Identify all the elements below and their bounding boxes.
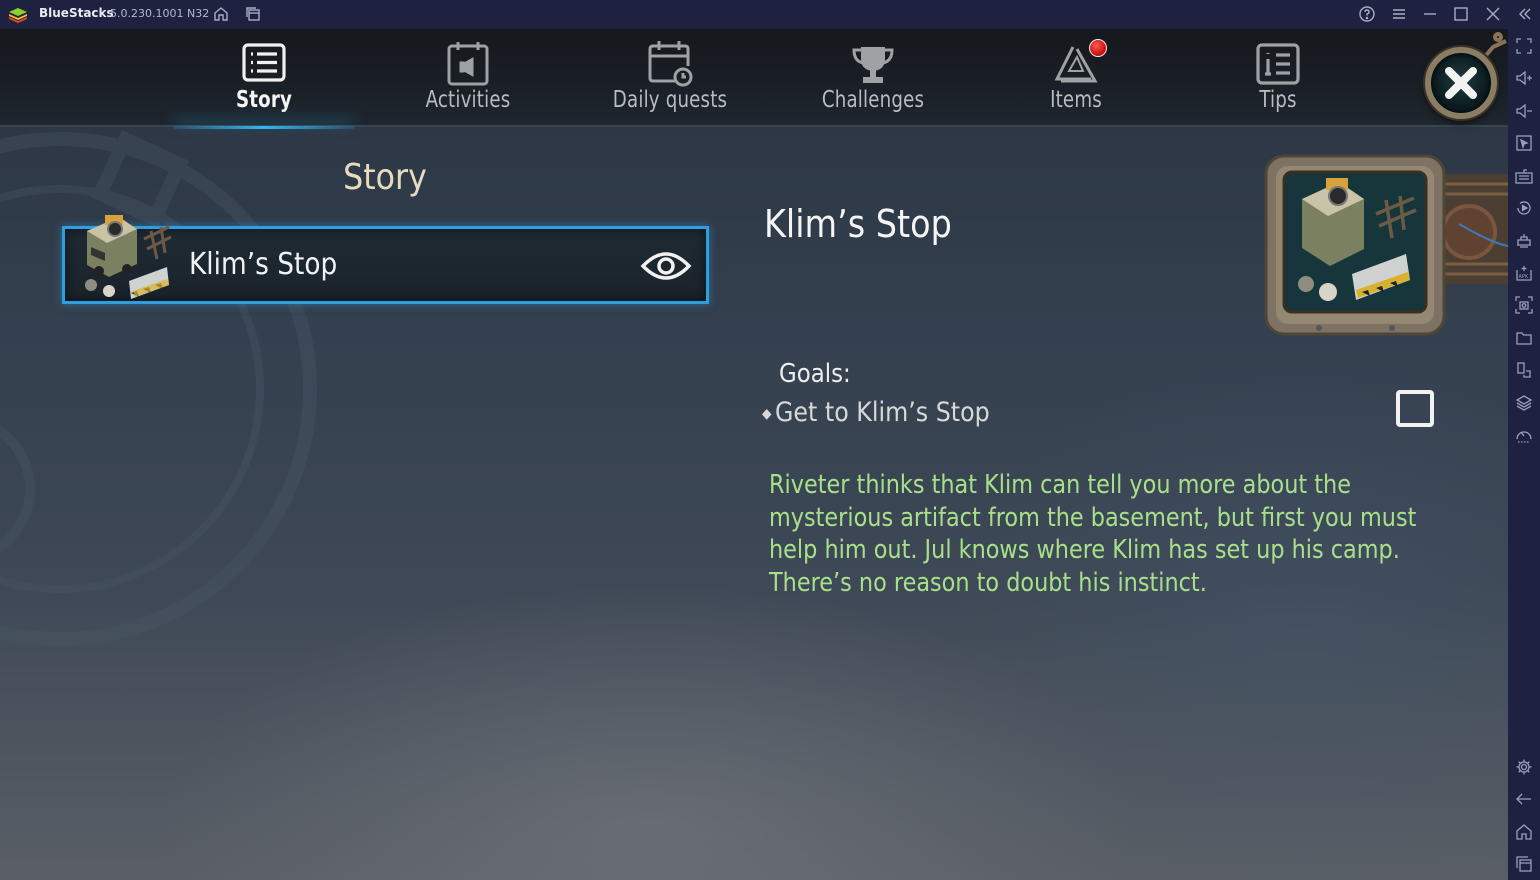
eye-icon[interactable] [640, 248, 692, 284]
bluestacks-logo-icon [9, 8, 27, 23]
quest-detail-title: Klim’s Stop [764, 202, 952, 246]
tab-story-label: Story [235, 87, 293, 113]
close-button[interactable] [1425, 47, 1497, 119]
game-viewport: Story Activities Daily quests Challenges [0, 29, 1508, 880]
tab-activities-label: Activities [425, 87, 511, 113]
home-icon[interactable] [1515, 823, 1533, 841]
pointer-icon[interactable] [1515, 134, 1533, 152]
volume-up-icon[interactable] [1515, 69, 1533, 87]
goal-text: Get to Klim’s Stop [775, 397, 990, 428]
multi-window-icon[interactable] [244, 5, 262, 23]
layers-icon[interactable] [1515, 394, 1533, 412]
tips-info-icon [1253, 39, 1303, 89]
section-title: Story [343, 157, 427, 198]
tab-activities[interactable]: Activities [378, 29, 558, 127]
tab-tips-label: Tips [1259, 87, 1297, 113]
maximize-icon[interactable] [1452, 5, 1470, 23]
quest-name: Klim’s Stop [189, 247, 338, 282]
tab-daily-quests-label: Daily quests [612, 87, 728, 113]
background-gear-decoration [0, 129, 317, 646]
goal-checkbox[interactable] [1396, 390, 1434, 427]
quest-description: Riveter thinks that Klim can tell you mo… [769, 470, 1417, 598]
title-bar: BlueStacks 5.0.230.1001 N32 [0, 0, 1540, 29]
goal-item: ◆ Get to Klim’s Stop [762, 397, 990, 428]
help-icon[interactable] [1358, 5, 1376, 23]
folder-icon[interactable] [1515, 329, 1533, 347]
top-navigation: Story Activities Daily quests Challenges [0, 29, 1508, 129]
home-icon[interactable] [212, 5, 230, 23]
tab-items-label: Items [1050, 87, 1102, 113]
back-icon[interactable] [1515, 790, 1533, 808]
svg-text:APK: APK [1519, 274, 1529, 280]
tab-tips[interactable]: Tips [1188, 29, 1368, 127]
daily-quests-calendar-icon [645, 39, 695, 89]
bullet-icon: ◆ [762, 405, 772, 422]
tab-daily-quests[interactable]: Daily quests [580, 29, 760, 127]
tab-challenges-label: Challenges [821, 87, 925, 113]
quest-thumbnail-jeep-icon [85, 215, 172, 299]
menu-icon[interactable] [1390, 5, 1408, 23]
keyboard-icon[interactable] [1515, 167, 1533, 185]
close-icon[interactable] [1484, 5, 1502, 23]
quest-list-item[interactable]: Klim’s Stop [62, 215, 709, 304]
replay-icon[interactable] [1515, 199, 1533, 217]
multi-instance-icon[interactable] [1515, 361, 1533, 379]
performance-icon[interactable] [1515, 426, 1533, 444]
story-list-icon [239, 39, 289, 89]
bluestacks-window: BlueStacks 5.0.230.1001 N32 APK Story Ac… [0, 0, 1540, 880]
trophy-icon [848, 39, 898, 89]
install-apk-icon[interactable]: APK [1515, 264, 1533, 282]
tab-items[interactable]: Items [986, 29, 1166, 127]
notification-badge [1089, 39, 1107, 57]
activities-calendar-icon [443, 39, 493, 89]
volume-down-icon[interactable] [1515, 102, 1533, 120]
collapse-sidebar-icon[interactable] [1516, 5, 1534, 23]
app-name: BlueStacks [39, 6, 114, 20]
minimize-icon[interactable] [1421, 5, 1439, 23]
macro-icon[interactable] [1515, 231, 1533, 249]
close-x-icon [1445, 67, 1477, 99]
tab-story[interactable]: Story [174, 29, 354, 129]
goals-label: Goals: [779, 359, 851, 389]
quest-illustration [1264, 154, 1508, 336]
screenshot-icon[interactable] [1515, 296, 1533, 314]
tab-challenges[interactable]: Challenges [783, 29, 963, 127]
settings-icon[interactable] [1515, 758, 1533, 776]
fullscreen-icon[interactable] [1515, 37, 1533, 55]
bluestacks-sidebar: APK [1508, 29, 1540, 880]
app-version: 5.0.230.1001 N32 [110, 7, 210, 20]
recent-apps-icon[interactable] [1515, 855, 1533, 873]
